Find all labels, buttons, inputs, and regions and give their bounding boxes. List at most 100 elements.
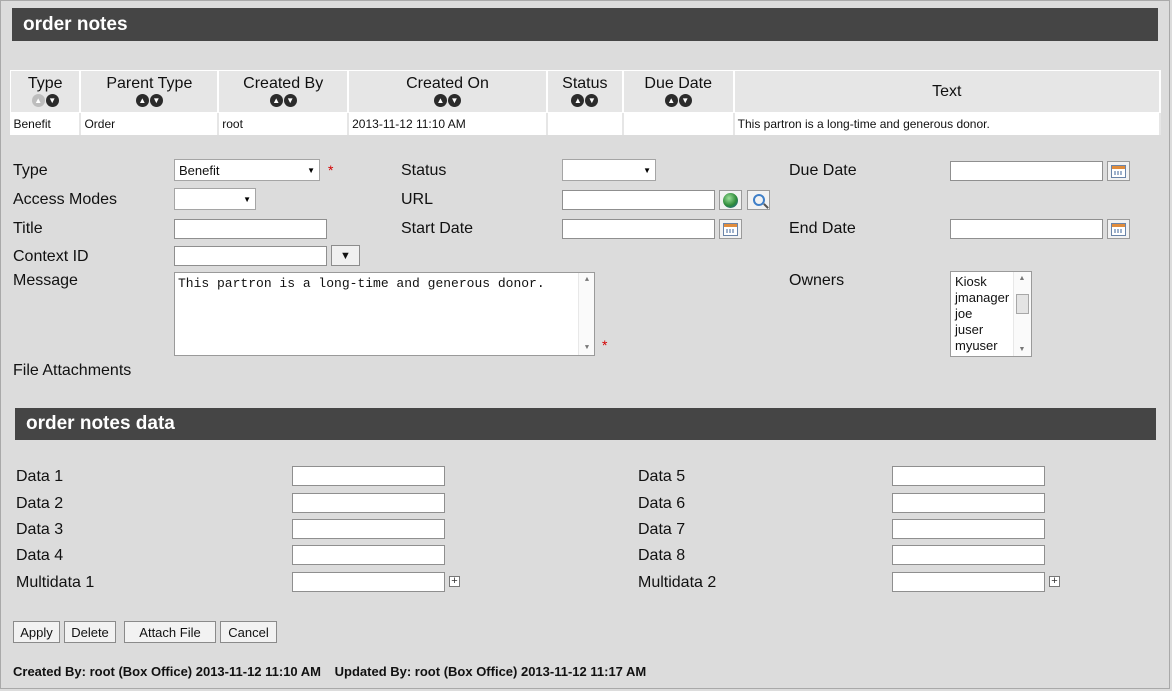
title-input[interactable] [174,219,327,239]
chevron-down-icon: ▼ [340,249,351,262]
message-scrollbar[interactable]: ▲ ▼ [578,273,594,355]
due-date-calendar-button[interactable] [1107,161,1130,181]
sort-ascending-icon[interactable]: ▲ [135,94,149,107]
access-modes-label: Access Modes [13,191,118,208]
sort-ascending-icon[interactable]: ▲ [269,94,283,107]
data-4-label: Data 4 [16,547,64,564]
sort-ascending-icon[interactable]: ▲ [664,94,678,107]
data-5-label: Data 5 [638,468,686,485]
data-8-input[interactable] [892,545,1045,565]
scroll-up-icon[interactable]: ▲ [579,276,595,284]
access-modes-select[interactable]: ▼ [174,188,256,210]
column-label: Created By [243,75,324,92]
url-input[interactable] [562,190,715,210]
sort-descending-icon[interactable]: ▼ [149,94,163,107]
table-header-row: Type ▲ ▼ Parent Type ▲ ▼ Created By ▲ ▼ Cre… [10,70,1162,113]
scroll-down-icon[interactable]: ▼ [579,344,595,352]
due-date-input[interactable] [950,161,1103,181]
type-label: Type [13,162,48,179]
data-1-input[interactable] [292,466,445,486]
context-id-input[interactable] [174,246,327,266]
chevron-down-icon: ▼ [307,165,315,175]
sort-descending-icon[interactable]: ▼ [447,94,461,107]
column-header-created-by[interactable]: Created By ▲ ▼ [217,70,350,113]
table-cell [622,112,735,135]
section-header-order-notes-data: order notes data [15,408,1156,440]
section-title: order notes [23,13,128,35]
scrollbar-thumb[interactable] [1016,294,1029,314]
data-7-input[interactable] [892,519,1045,539]
message-textarea[interactable]: This partron is a long-time and generous… [174,272,595,356]
lookup-url-button[interactable] [747,190,770,210]
column-header-created-on[interactable]: Created On ▲ ▼ [347,70,548,113]
sort-descending-icon[interactable]: ▼ [678,94,692,107]
notes-table: Type ▲ ▼ Parent Type ▲ ▼ Created By ▲ ▼ Cre… [10,70,1162,135]
calendar-icon [1111,222,1126,236]
message-label: Message [13,272,78,289]
attach-file-button[interactable]: Attach File [124,621,216,643]
sort-ascending-icon[interactable]: ▲ [433,94,447,107]
data-2-input[interactable] [292,493,445,513]
data-1-label: Data 1 [16,468,64,485]
start-date-calendar-button[interactable] [719,219,742,239]
updated-by-text: Updated By: root (Box Office) 2013-11-12… [334,664,647,679]
required-marker: * [328,162,334,178]
sort-descending-icon[interactable]: ▼ [45,94,59,107]
multidata-1-label: Multidata 1 [16,574,95,591]
status-select[interactable]: ▼ [562,159,656,181]
chevron-down-icon: ▼ [643,165,651,175]
end-date-input[interactable] [950,219,1103,239]
end-date-label: End Date [789,220,856,237]
column-label: Status [562,75,608,92]
column-header-type[interactable]: Type ▲ ▼ [10,70,82,113]
open-url-button[interactable] [719,190,742,210]
data-6-input[interactable] [892,493,1045,513]
multidata-1-input[interactable] [292,572,445,592]
data-3-input[interactable] [292,519,445,539]
type-select-value: Benefit [179,162,220,178]
cancel-button[interactable]: Cancel [220,621,277,643]
table-cell: 2013-11-12 11:10 AM [348,112,548,135]
owners-scrollbar[interactable]: ▲ ▼ [1013,272,1031,356]
scroll-down-icon[interactable]: ▼ [1014,346,1030,353]
multidata-2-input[interactable] [892,572,1045,592]
url-label: URL [401,191,434,208]
data-3-label: Data 3 [16,521,64,538]
scroll-up-icon[interactable]: ▲ [1014,275,1030,282]
sort-descending-icon[interactable]: ▼ [585,94,599,107]
apply-button[interactable]: Apply [13,621,60,643]
calendar-icon [1111,164,1126,178]
owners-listbox[interactable]: Kiosk jmanager joe juser myuser ▲ ▼ [950,271,1032,357]
add-multidata-2-icon[interactable]: + [1049,576,1060,587]
type-select[interactable]: Benefit ▼ [174,159,320,181]
column-header-parent-type[interactable]: Parent Type ▲ ▼ [79,70,220,113]
sort-ascending-icon[interactable]: ▲ [31,94,45,107]
column-header-status[interactable]: Status ▲ ▼ [546,70,624,113]
column-header-due-date[interactable]: Due Date ▲ ▼ [622,70,735,113]
required-marker: * [602,337,608,353]
table-row[interactable]: Benefit Order root 2013-11-12 11:10 AM T… [10,112,1162,135]
table-cell: This partron is a long-time and generous… [733,112,1162,135]
add-multidata-1-icon[interactable]: + [449,576,460,587]
globe-icon [723,192,738,208]
data-6-label: Data 6 [638,495,686,512]
column-label: Created On [406,75,489,92]
start-date-label: Start Date [401,220,474,237]
context-id-label: Context ID [13,248,89,265]
start-date-input[interactable] [562,219,715,239]
table-cell: Benefit [10,112,82,135]
chevron-down-icon: ▼ [243,194,251,204]
data-8-label: Data 8 [638,547,686,564]
section-title: order notes data [26,413,175,434]
data-5-input[interactable] [892,466,1045,486]
delete-button[interactable]: Delete [64,621,116,643]
context-id-dropdown-button[interactable]: ▼ [331,245,360,266]
sort-descending-icon[interactable]: ▼ [283,94,297,107]
status-label: Status [401,162,447,179]
end-date-calendar-button[interactable] [1107,219,1130,239]
sort-ascending-icon[interactable]: ▲ [571,94,585,107]
table-cell: root [218,112,350,135]
data-4-input[interactable] [292,545,445,565]
table-cell [546,112,624,135]
column-label: Type [27,75,63,92]
